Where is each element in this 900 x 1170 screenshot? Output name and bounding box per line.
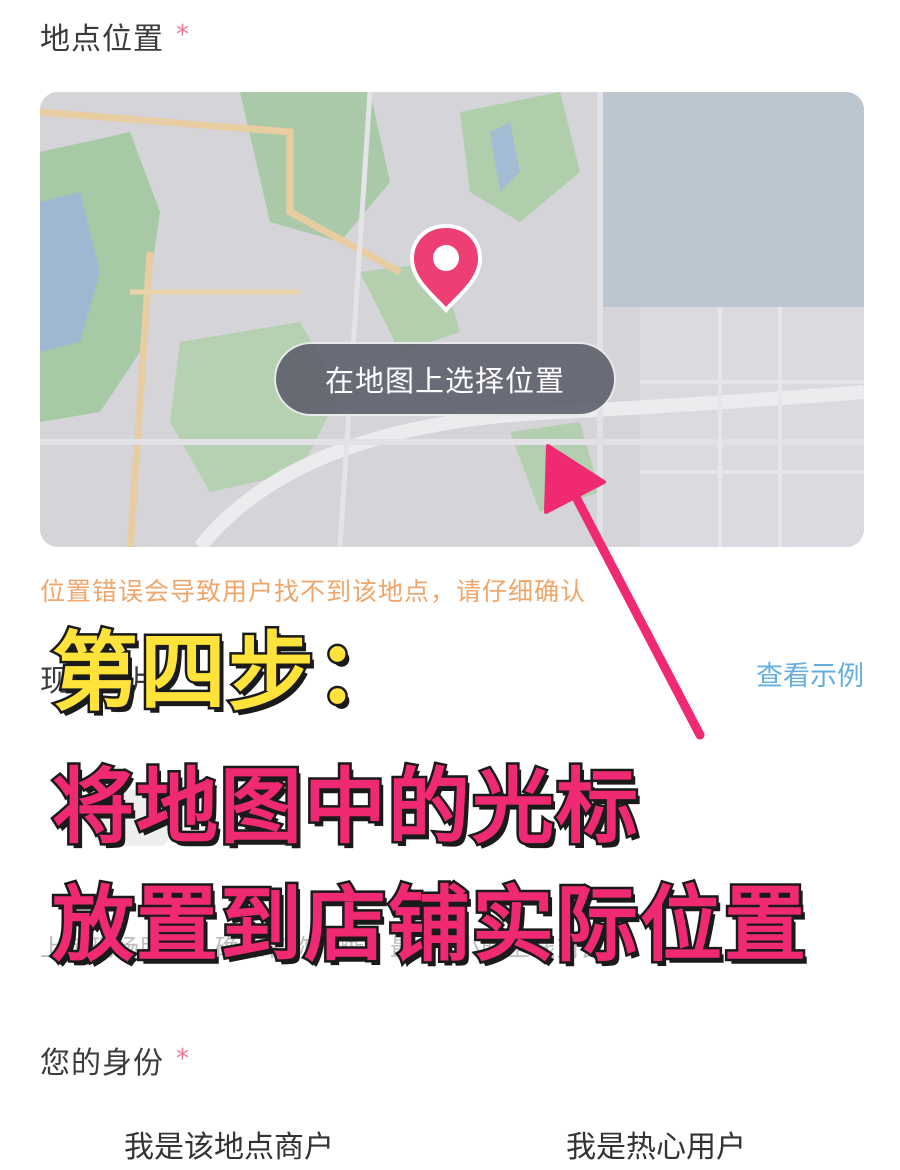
view-example-link[interactable]: 查看示例 — [756, 654, 864, 693]
identity-label-text: 您的身份 — [40, 1046, 164, 1081]
location-map[interactable]: 在地图上选择位置 — [40, 92, 864, 547]
identity-option-helper[interactable]: 我是热心用户 — [566, 1122, 746, 1166]
select-on-map-button[interactable]: 在地图上选择位置 — [274, 342, 616, 416]
overlay-step-title: 第四步： — [50, 621, 405, 726]
overlay-caption-line2: 放置到店铺实际位置 — [49, 876, 809, 976]
map-background — [40, 92, 864, 547]
overlay-caption-line1: 将地图中的光标 — [49, 758, 641, 858]
location-label-text: 地点位置 — [40, 22, 164, 57]
identity-option-merchant[interactable]: 我是该地点商户 — [124, 1122, 334, 1166]
required-mark: * — [176, 20, 190, 50]
map-pin-icon[interactable] — [406, 222, 486, 314]
identity-label: 您的身份 * — [40, 1038, 190, 1082]
location-label: 地点位置 * — [40, 14, 190, 58]
required-mark: * — [176, 1044, 190, 1074]
